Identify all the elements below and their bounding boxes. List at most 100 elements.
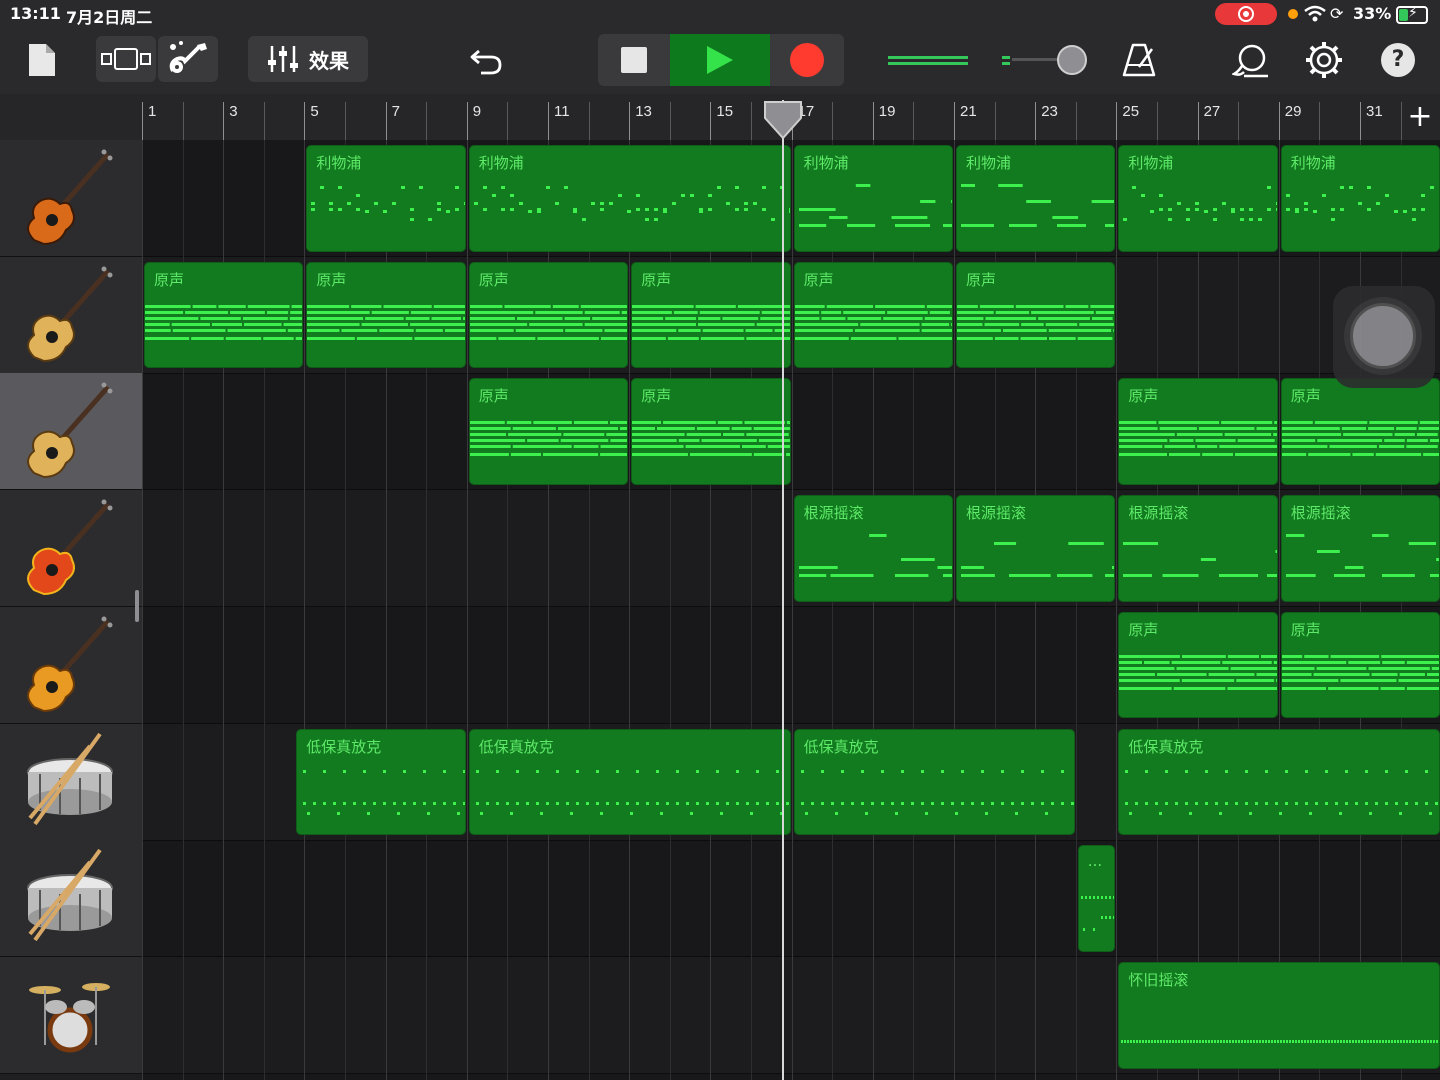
track-header[interactable] <box>0 840 142 958</box>
track-header-corner <box>0 94 142 141</box>
screen-recording-icon[interactable] <box>1215 3 1277 25</box>
grid-line <box>1319 140 1321 1080</box>
ruler-tick <box>872 102 874 140</box>
region-name: 利物浦 <box>316 154 362 172</box>
bar-number: 9 <box>472 103 482 120</box>
region[interactable]: 怀旧摇滚 <box>1118 961 1440 1069</box>
region[interactable]: 原声 <box>793 261 953 369</box>
master-volume-slider[interactable] <box>884 42 1092 78</box>
bar-number: 21 <box>960 103 977 120</box>
region[interactable]: 利物浦 <box>956 145 1116 252</box>
region[interactable]: 原声 <box>1118 378 1278 486</box>
region-name: 根源摇滚 <box>966 504 1027 523</box>
ruler-tick <box>345 102 346 140</box>
region[interactable]: 根源摇滚 <box>1118 495 1278 602</box>
ruler-tick <box>1360 102 1361 140</box>
region[interactable]: 根源摇滚 <box>1280 495 1440 602</box>
metronome-icon[interactable] <box>1116 40 1162 80</box>
region[interactable]: 原声 <box>306 261 466 369</box>
battery-icon: ⚡ <box>1396 5 1428 24</box>
bar-number: 25 <box>1122 103 1140 120</box>
document-icon[interactable] <box>22 40 62 80</box>
floating-control-knob[interactable] <box>1333 286 1435 388</box>
playhead[interactable] <box>782 100 785 1080</box>
ruler-tick <box>548 102 549 140</box>
ruler-tick <box>588 102 590 140</box>
scroll-indicator[interactable] <box>135 590 139 622</box>
region[interactable]: 原声 <box>631 261 791 369</box>
region-name: 原声 <box>1290 387 1321 406</box>
track-header[interactable] <box>0 606 142 724</box>
region-name: 利物浦 <box>1290 154 1336 172</box>
region[interactable]: 低保真放克 <box>793 728 1075 836</box>
status-bar: 13:11 7月2日周二 ⟳ 33% ⚡ <box>0 0 1440 28</box>
track-header[interactable] <box>0 956 142 1074</box>
ruler-tick <box>385 102 387 140</box>
region-name: 原声 <box>966 270 997 289</box>
bar-number: 31 <box>1366 103 1383 120</box>
ruler-tick <box>1400 102 1402 140</box>
region[interactable]: 原声 <box>631 378 791 486</box>
region[interactable]: 原声 <box>1280 611 1440 719</box>
track-header[interactable] <box>0 256 142 374</box>
mixer-sliders-icon[interactable] <box>267 44 299 74</box>
effects-button[interactable]: 效果 <box>309 45 349 74</box>
orientation-lock-icon: ⟳ <box>1330 4 1344 23</box>
track-header[interactable] <box>0 490 142 608</box>
add-section-button[interactable]: + <box>1403 100 1437 134</box>
region[interactable]: 根源摇滚 <box>793 495 953 602</box>
region[interactable]: 低保真放克 <box>468 728 791 836</box>
bar-number: 11 <box>554 103 570 120</box>
loop-browser-icon[interactable] <box>1228 40 1274 80</box>
track-header[interactable] <box>0 140 142 257</box>
play-icon[interactable] <box>670 34 770 86</box>
region-name: ... <box>1087 852 1103 871</box>
stop-icon[interactable] <box>598 34 670 86</box>
region-name: 根源摇滚 <box>1128 504 1189 523</box>
region[interactable]: 利物浦 <box>306 145 466 252</box>
grid-line <box>1157 140 1158 1080</box>
ruler-tick <box>1075 102 1077 140</box>
grid-line <box>954 140 955 1080</box>
bar-number: 29 <box>1284 103 1302 120</box>
bar-number: 7 <box>391 103 400 120</box>
undo-icon[interactable] <box>464 40 508 80</box>
ruler-tick <box>751 102 752 140</box>
mic-indicator-icon <box>1288 9 1298 19</box>
region[interactable]: 低保真放克 <box>1118 728 1440 836</box>
view-toggle-icon[interactable] <box>96 36 156 82</box>
toolbar: 效果 ? <box>0 28 1440 94</box>
playhead-handle[interactable] <box>763 100 803 140</box>
region[interactable]: 原声 <box>1280 378 1440 486</box>
region[interactable]: 根源摇滚 <box>956 495 1116 602</box>
region[interactable]: 低保真放克 <box>296 728 466 836</box>
region[interactable]: 原声 <box>468 378 629 486</box>
ruler-tick <box>832 102 834 140</box>
bar-number: 5 <box>310 103 319 120</box>
acoustic-guitar-icon <box>27 382 113 479</box>
region[interactable]: 原声 <box>144 261 304 369</box>
region-name: 原声 <box>478 387 509 406</box>
settings-gear-icon[interactable] <box>1302 38 1346 82</box>
bar-number: 1 <box>148 103 157 120</box>
region[interactable]: 原声 <box>1118 611 1278 719</box>
grid-line <box>1278 140 1280 1080</box>
region[interactable]: ... <box>1077 845 1116 952</box>
instrument-guitar-icon[interactable] <box>158 36 218 82</box>
region-name: 低保真放克 <box>803 737 879 756</box>
grid-line <box>304 140 306 1080</box>
tracks-grid[interactable]: 利物浦 利物浦 利物浦 利物浦 利物浦 利物浦 原声 原声 原声 原声 原声 原声 原声 原声 原声 原声 根源… <box>142 140 1440 1080</box>
track-header[interactable] <box>0 723 142 841</box>
region-name: 原声 <box>1128 620 1159 639</box>
region[interactable]: 利物浦 <box>468 145 791 252</box>
region[interactable]: 原声 <box>468 261 629 369</box>
region[interactable]: 利物浦 <box>1118 145 1278 252</box>
electric-guitar-red-icon <box>27 499 113 596</box>
track-header[interactable] <box>0 373 142 491</box>
region[interactable]: 原声 <box>956 261 1116 369</box>
help-icon[interactable]: ? <box>1378 40 1418 80</box>
ruler-tick <box>629 102 631 140</box>
region[interactable]: 利物浦 <box>793 145 953 252</box>
record-icon[interactable] <box>770 34 844 86</box>
region[interactable]: 利物浦 <box>1280 145 1440 252</box>
